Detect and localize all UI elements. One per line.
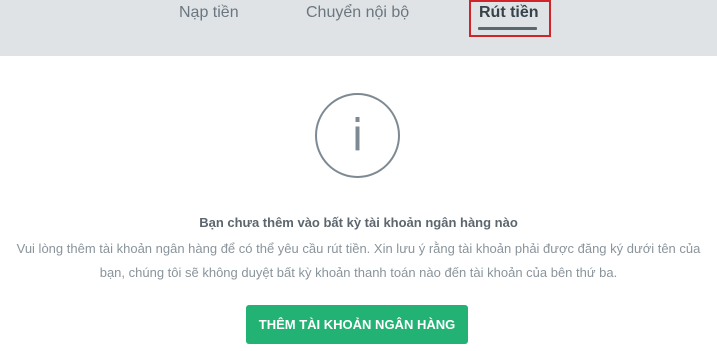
empty-state-description: Vui lòng thêm tài khoản ngân hàng để có … [0, 237, 717, 285]
add-bank-account-button[interactable]: THÊM TÀI KHOẢN NGÂN HÀNG [246, 305, 468, 344]
info-icon: i [315, 93, 400, 178]
description-line-2: bạn, chúng tôi sẽ không duyệt bất kỳ kho… [99, 265, 618, 280]
description-line-1: Vui lòng thêm tài khoản ngân hàng để có … [16, 241, 701, 256]
tab-bar: Nạp tiền Chuyển nội bộ Rút tiền [0, 0, 717, 56]
tab-internal-transfer[interactable]: Chuyển nội bộ [306, 4, 409, 22]
active-tab-underline [478, 27, 537, 30]
empty-state-headline: Bạn chưa thêm vào bất kỳ tài khoản ngân … [199, 215, 518, 230]
info-icon-glyph: i [351, 110, 364, 161]
tab-withdraw[interactable]: Rút tiền [469, 0, 551, 37]
tab-deposit[interactable]: Nạp tiền [179, 4, 239, 22]
tab-withdraw-label: Rút tiền [479, 4, 539, 21]
